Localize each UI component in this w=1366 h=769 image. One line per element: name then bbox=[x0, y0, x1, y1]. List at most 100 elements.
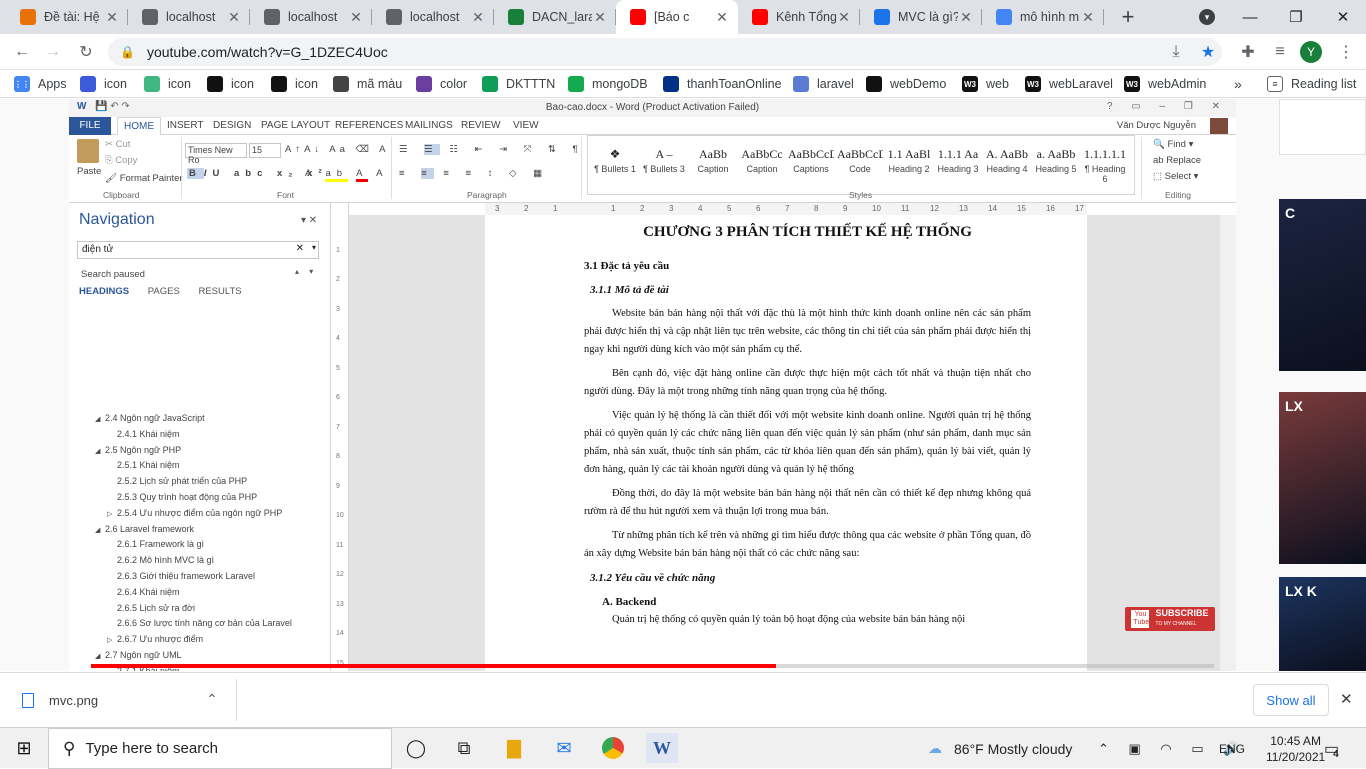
paste-label[interactable]: Paste bbox=[77, 166, 101, 177]
select-button[interactable]: ⬚ Select ▾ bbox=[1153, 171, 1198, 182]
install-icon[interactable]: ⤓ bbox=[1164, 40, 1188, 64]
nav-heading-item[interactable]: 2.6.4 Khái niệm bbox=[107, 585, 180, 599]
bookmarks-overflow-icon[interactable]: » bbox=[1234, 75, 1242, 93]
word-tab[interactable]: HOME bbox=[117, 117, 161, 135]
search-options-icon[interactable]: ▾ bbox=[312, 243, 316, 252]
word-tab[interactable]: MAILINGS bbox=[399, 117, 459, 135]
browser-tab[interactable]: mô hình m ✕ bbox=[982, 0, 1104, 34]
word-taskbar-icon[interactable]: W bbox=[646, 733, 678, 763]
style-item[interactable]: a. AaBb Heading 5 bbox=[1033, 144, 1079, 174]
format-painter-button[interactable]: 🖌 Format Painter bbox=[105, 173, 183, 184]
new-tab-button[interactable]: + bbox=[1116, 4, 1140, 29]
cut-button[interactable]: ✂ Cut bbox=[105, 139, 130, 150]
word-vertical-scrollbar[interactable] bbox=[1220, 215, 1236, 671]
copy-button[interactable]: ⎘ Copy bbox=[105, 155, 137, 166]
nav-heading-item[interactable]: ▷ 2.6.7 Ưu nhược điểm bbox=[107, 632, 203, 646]
word-tab[interactable]: INSERT bbox=[161, 117, 210, 135]
bookmark-item[interactable]: thanhToanOnline bbox=[663, 75, 782, 93]
expand-icon[interactable]: ▷ bbox=[107, 634, 117, 648]
tab-close-icon[interactable]: ✕ bbox=[348, 9, 364, 26]
tab-close-icon[interactable]: ✕ bbox=[1080, 9, 1096, 26]
back-icon[interactable]: ← bbox=[10, 40, 34, 64]
style-item[interactable]: 1.1 AaBl Heading 2 bbox=[886, 144, 932, 174]
find-button[interactable]: 🔍 Find ▾ bbox=[1153, 139, 1193, 150]
style-item[interactable]: AaBbCcD Captions bbox=[788, 144, 834, 174]
nav-heading-item[interactable]: ◢ 2.5 Ngôn ngữ PHP bbox=[95, 443, 181, 457]
close-window-button[interactable]: ✕ bbox=[1320, 0, 1366, 34]
style-item[interactable]: A – ¶ Bullets 3 bbox=[641, 144, 687, 174]
nav-heading-item[interactable]: ◢ 2.4 Ngôn ngữ JavaScript bbox=[95, 411, 205, 425]
download-menu-icon[interactable]: ⌃ bbox=[206, 691, 218, 708]
style-item[interactable]: 1.1.1 Aa Heading 3 bbox=[935, 144, 981, 174]
bookmark-item[interactable]: W3 webLaravel bbox=[1025, 75, 1113, 93]
minimize-button[interactable]: — bbox=[1227, 0, 1273, 34]
video-thumbnail[interactable]: LX bbox=[1279, 392, 1366, 564]
taskbar-search-box[interactable]: ⚲ Type here to search bbox=[48, 728, 392, 769]
bookmark-item[interactable]: DKTTTN bbox=[482, 75, 555, 93]
show-all-button[interactable]: Show all bbox=[1253, 684, 1329, 716]
browser-tab[interactable]: DACN_lara ✕ bbox=[494, 0, 616, 34]
cortana-icon[interactable]: ◯ bbox=[400, 733, 432, 763]
tab-close-icon[interactable]: ✕ bbox=[714, 9, 730, 26]
bookmark-item[interactable]: icon bbox=[207, 75, 254, 93]
address-bar[interactable]: 🔒 youtube.com/watch?v=G_1DZEC4Uoc bbox=[108, 38, 1222, 66]
bookmark-item[interactable]: color bbox=[416, 75, 467, 93]
word-tab[interactable]: PAGE LAYOUT bbox=[255, 117, 336, 135]
nav-search-input[interactable]: điện tử ✕ ▾ bbox=[77, 241, 319, 259]
browser-tab[interactable]: localhost ✕ bbox=[250, 0, 372, 34]
list-icons[interactable]: ☰ ☰ ☷ ⇤ ⇥ ⤧ ⇅ ¶ bbox=[399, 144, 585, 155]
nav-heading-item[interactable]: 2.6.5 Lịch sử ra đời bbox=[107, 601, 195, 615]
restore-button[interactable]: ❐ bbox=[1273, 0, 1319, 34]
font-size-select[interactable]: 15 bbox=[249, 143, 281, 158]
tab-close-icon[interactable]: ✕ bbox=[104, 9, 120, 26]
word-tab[interactable]: FILE bbox=[69, 117, 111, 135]
windows-start-icon[interactable]: ⊞ bbox=[8, 733, 40, 763]
expand-icon[interactable]: ◢ bbox=[95, 524, 105, 538]
nav-heading-item[interactable]: 2.6.3 Giới thiệu framework Laravel bbox=[107, 569, 255, 583]
tab-close-icon[interactable]: ✕ bbox=[226, 9, 242, 26]
nav-heading-item[interactable]: ◢ 2.6 Laravel framework bbox=[95, 522, 194, 536]
bookmark-item[interactable]: icon bbox=[144, 75, 191, 93]
bookmark-item[interactable]: mã màu bbox=[333, 75, 402, 93]
tab-close-icon[interactable]: ✕ bbox=[470, 9, 486, 26]
bookmark-item[interactable]: icon bbox=[80, 75, 127, 93]
nav-heading-item[interactable]: 2.4.1 Khái niệm bbox=[107, 427, 180, 441]
style-item[interactable]: AaBbCc Caption bbox=[739, 144, 785, 174]
reload-icon[interactable]: ↻ bbox=[74, 40, 98, 64]
style-item[interactable]: ❖ ¶ Bullets 1 bbox=[592, 144, 638, 174]
browser-tab[interactable]: localhost ✕ bbox=[372, 0, 494, 34]
extensions-icon[interactable]: ✚ bbox=[1236, 40, 1260, 64]
forward-icon[interactable]: → bbox=[41, 40, 65, 64]
nav-heading-item[interactable]: 2.5.2 Lịch sử phát triển của PHP bbox=[107, 474, 247, 488]
browser-tab[interactable]: Đề tài: Hệ ✕ bbox=[6, 0, 128, 34]
tab-close-icon[interactable]: ✕ bbox=[592, 9, 608, 26]
bookmark-item[interactable]: mongoDB bbox=[568, 75, 648, 93]
close-shelf-icon[interactable]: ✕ bbox=[1340, 690, 1353, 708]
file-explorer-icon[interactable]: ▇ bbox=[498, 733, 530, 763]
style-item[interactable]: A. AaBb Heading 4 bbox=[984, 144, 1030, 174]
clear-search-icon[interactable]: ✕ bbox=[296, 243, 304, 254]
replace-button[interactable]: ab Replace bbox=[1153, 155, 1201, 166]
browser-tab[interactable]: localhost ✕ bbox=[128, 0, 250, 34]
browser-tab[interactable]: [Báo c ✕ bbox=[616, 0, 738, 34]
word-tab[interactable]: VIEW bbox=[507, 117, 545, 135]
font-name-select[interactable]: Times New Ro bbox=[185, 143, 247, 165]
notifications-button[interactable]: ▭ 4 bbox=[1324, 728, 1345, 769]
word-tab[interactable]: REVIEW bbox=[455, 117, 506, 135]
profile-avatar[interactable]: Y bbox=[1300, 41, 1322, 63]
tab-search-icon[interactable]: ▾ bbox=[1195, 5, 1219, 29]
video-thumbnail[interactable]: C bbox=[1279, 199, 1366, 371]
expand-icon[interactable]: ◢ bbox=[95, 413, 105, 427]
bookmark-item[interactable]: webDemo bbox=[866, 75, 946, 93]
tab-close-icon[interactable]: ✕ bbox=[958, 9, 974, 26]
search-result-arrows[interactable]: ▴ ▾ bbox=[295, 267, 317, 276]
bookmark-star-icon[interactable]: ★ bbox=[1196, 40, 1220, 64]
nav-pane-menu-icon[interactable]: ▾ ✕ bbox=[301, 215, 317, 226]
bookmark-item[interactable]: W3 webAdmin bbox=[1124, 75, 1206, 93]
reading-list-button[interactable]: ≡ Reading list bbox=[1267, 75, 1356, 93]
download-filename[interactable]: mvc.png bbox=[49, 693, 98, 708]
language-indicator[interactable]: ENG bbox=[1219, 728, 1245, 769]
word-tab[interactable]: REFERENCES bbox=[329, 117, 409, 135]
chrome-taskbar-icon[interactable] bbox=[597, 733, 629, 763]
video-player[interactable]: W 💾 ↶ ↷ Bao-cao.docx - Word (Product Act… bbox=[69, 99, 1236, 671]
